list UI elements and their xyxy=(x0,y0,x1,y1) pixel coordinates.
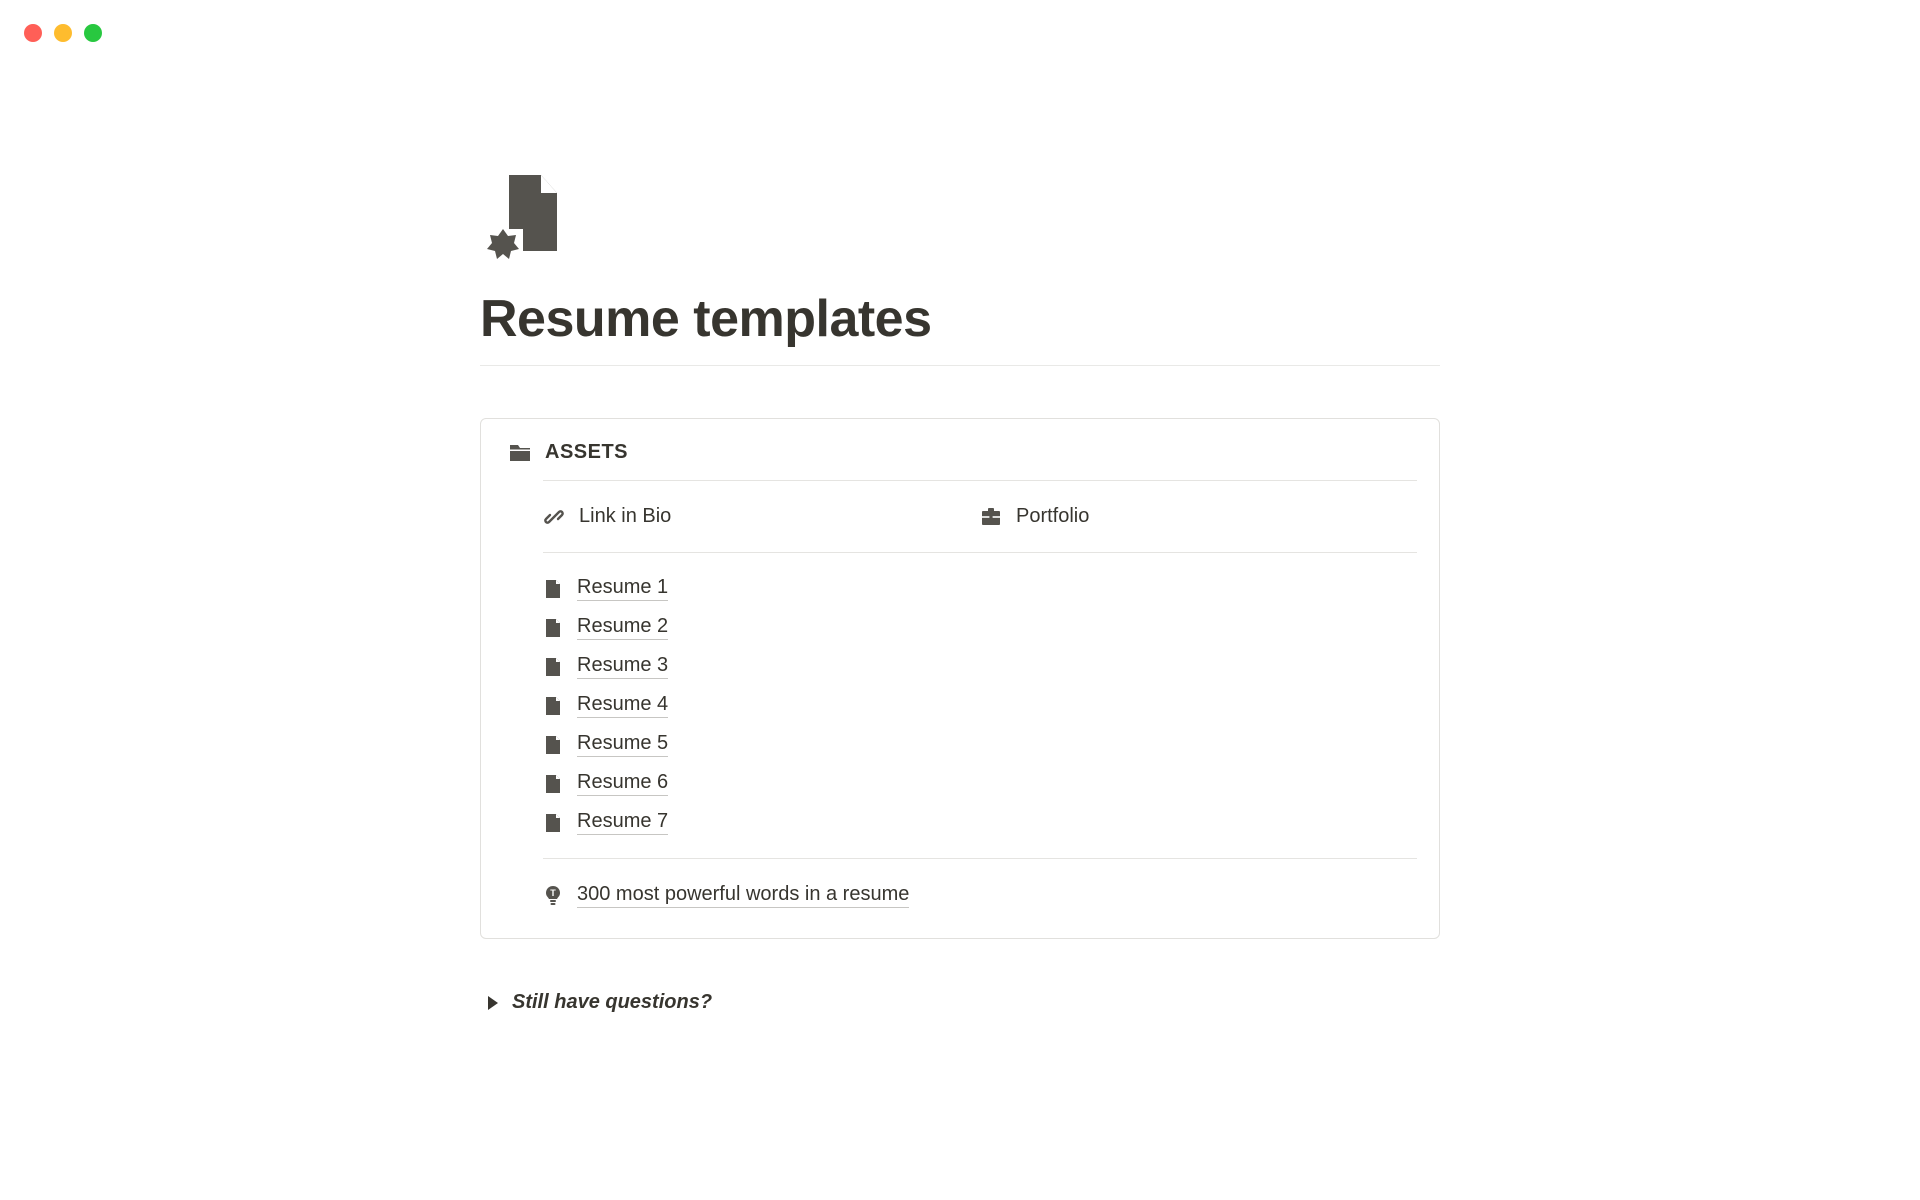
asset-tip-link[interactable]: T 300 most powerful words in a resume xyxy=(543,875,1417,916)
asset-link-in-bio[interactable]: Link in Bio xyxy=(543,497,980,536)
assets-callout: ASSETS Link in Bio P xyxy=(480,418,1440,939)
assets-tip: T 300 most powerful words in a resume xyxy=(543,858,1417,920)
asset-label: Resume 7 xyxy=(577,810,668,835)
folder-icon xyxy=(509,443,531,463)
svg-text:T: T xyxy=(550,888,556,898)
page-content: Resume templates ASSETS Link in Bio xyxy=(480,0,1440,1014)
page-icon xyxy=(543,578,563,600)
page-title[interactable]: Resume templates xyxy=(480,289,1440,366)
window-controls xyxy=(24,24,102,42)
assets-top-links: Link in Bio Portfolio xyxy=(543,480,1417,552)
asset-label: Resume 2 xyxy=(577,615,668,640)
asset-resume-7[interactable]: Resume 7 xyxy=(543,803,1417,842)
page-icon xyxy=(543,656,563,678)
asset-label: 300 most powerful words in a resume xyxy=(577,883,909,908)
page-icon xyxy=(543,773,563,795)
page-icon xyxy=(543,617,563,639)
asset-label: Resume 5 xyxy=(577,732,668,757)
asset-resume-1[interactable]: Resume 1 xyxy=(543,569,1417,608)
assets-resume-list: Resume 1 Resume 2 Resume 3 Resume 4 Resu… xyxy=(543,552,1417,858)
asset-label: Portfolio xyxy=(1016,505,1089,528)
asset-resume-3[interactable]: Resume 3 xyxy=(543,647,1417,686)
asset-resume-2[interactable]: Resume 2 xyxy=(543,608,1417,647)
window-zoom-button[interactable] xyxy=(84,24,102,42)
page-icon xyxy=(543,695,563,717)
lightbulb-icon: T xyxy=(543,885,563,907)
toggle-triangle-icon xyxy=(488,996,498,1010)
page-icon[interactable] xyxy=(485,175,1440,259)
asset-resume-6[interactable]: Resume 6 xyxy=(543,764,1417,803)
link-icon xyxy=(543,506,565,528)
page-icon xyxy=(543,812,563,834)
asset-resume-4[interactable]: Resume 4 xyxy=(543,686,1417,725)
asset-resume-5[interactable]: Resume 5 xyxy=(543,725,1417,764)
assets-header-label: ASSETS xyxy=(545,441,628,464)
asset-label: Resume 1 xyxy=(577,576,668,601)
assets-header: ASSETS xyxy=(509,441,1417,480)
window-minimize-button[interactable] xyxy=(54,24,72,42)
asset-label: Link in Bio xyxy=(579,505,671,528)
toggle-questions[interactable]: Still have questions? xyxy=(488,991,1440,1014)
page-icon xyxy=(543,734,563,756)
toggle-label: Still have questions? xyxy=(512,991,712,1014)
file-badge-icon xyxy=(485,175,557,259)
asset-portfolio[interactable]: Portfolio xyxy=(980,497,1417,536)
briefcase-icon xyxy=(980,506,1002,528)
asset-label: Resume 4 xyxy=(577,693,668,718)
asset-label: Resume 6 xyxy=(577,771,668,796)
window-close-button[interactable] xyxy=(24,24,42,42)
asset-label: Resume 3 xyxy=(577,654,668,679)
